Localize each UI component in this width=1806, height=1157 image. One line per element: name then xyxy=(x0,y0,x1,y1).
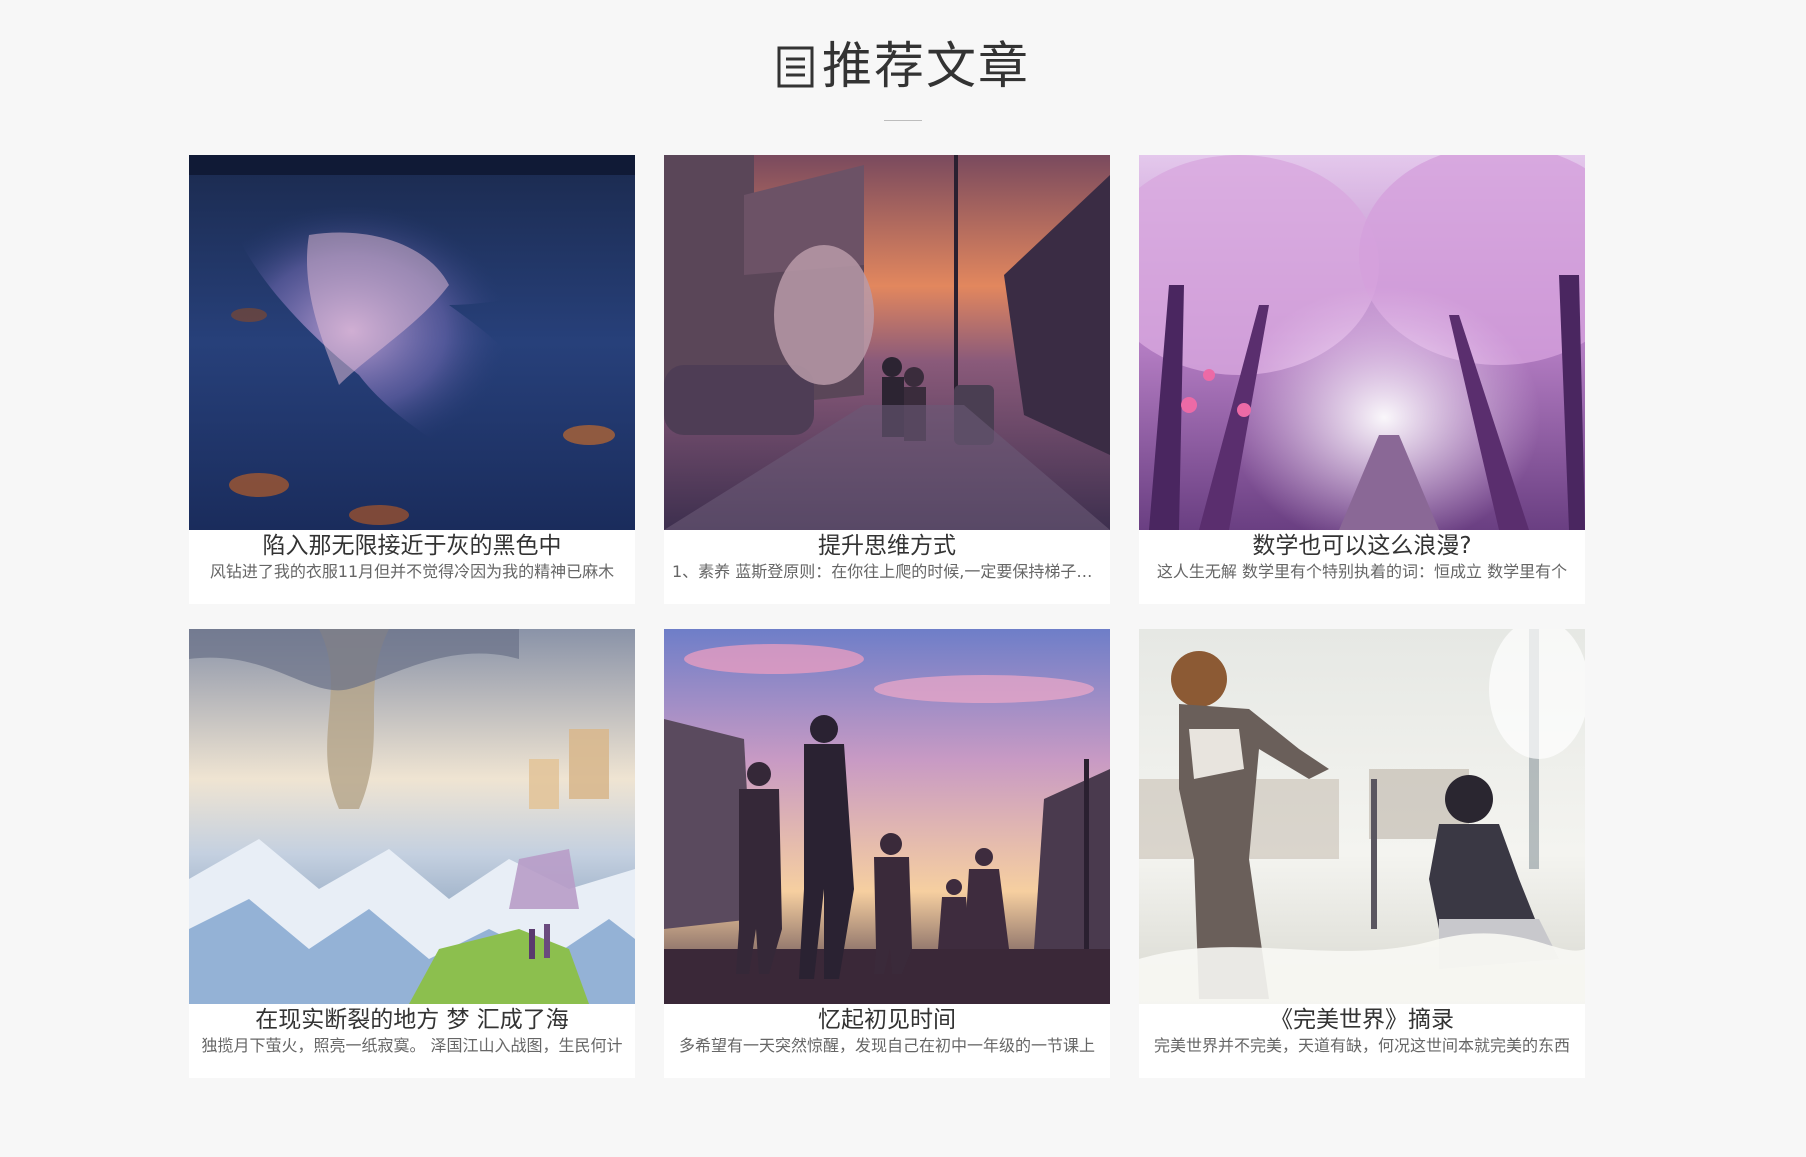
article-card[interactable]: 陷入那无限接近于灰的黑色中 风钻进了我的衣服11月但并不觉得冷因为我的精神已麻木 xyxy=(189,155,635,604)
article-card-body: 陷入那无限接近于灰的黑色中 风钻进了我的衣服11月但并不觉得冷因为我的精神已麻木 xyxy=(189,531,635,583)
article-thumbnail[interactable] xyxy=(664,155,1110,530)
article-grid: 陷入那无限接近于灰的黑色中 风钻进了我的衣服11月但并不觉得冷因为我的精神已麻木 xyxy=(189,155,1585,1078)
article-thumbnail[interactable] xyxy=(1139,629,1585,1004)
article-card-body: 提升思维方式 1、素养 蓝斯登原则：在你往上爬的时候,一定要保持梯子的整洁 xyxy=(664,531,1110,583)
article-title[interactable]: 《完美世界》摘录 xyxy=(1147,1005,1577,1035)
article-card[interactable]: 《完美世界》摘录 完美世界并不完美，天道有缺，何况这世间本就完美的东西 xyxy=(1139,629,1585,1078)
section-header: 推荐文章 xyxy=(0,34,1806,121)
article-title[interactable]: 陷入那无限接近于灰的黑色中 xyxy=(197,531,627,561)
title-divider xyxy=(884,120,922,121)
section-title: 推荐文章 xyxy=(776,34,1030,98)
article-title[interactable]: 忆起初见时间 xyxy=(672,1005,1102,1035)
article-excerpt: 完美世界并不完美，天道有缺，何况这世间本就完美的东西 xyxy=(1153,1036,1570,1055)
article-thumbnail[interactable] xyxy=(1139,155,1585,530)
article-thumbnail[interactable] xyxy=(664,629,1110,1004)
recommended-articles-section: 推荐文章 陷入那无限接近于灰的黑色中 风钻进了我的衣服11月但并不觉得冷因为我的… xyxy=(0,0,1806,1157)
article-excerpt: 风钻进了我的衣服11月但并不觉得冷因为我的精神已麻木 xyxy=(209,562,615,581)
article-card-body: 忆起初见时间 多希望有一天突然惊醒，发现自己在初中一年级的一节课上 xyxy=(664,1005,1110,1057)
article-card-body: 在现实断裂的地方 梦 汇成了海 独揽月下萤火，照亮一纸寂寞。 泽国江山入战图，生… xyxy=(189,1005,635,1057)
article-card[interactable]: 提升思维方式 1、素养 蓝斯登原则：在你往上爬的时候,一定要保持梯子的整洁 xyxy=(664,155,1110,604)
article-thumbnail[interactable] xyxy=(189,155,635,530)
article-excerpt: 独揽月下萤火，照亮一纸寂寞。 泽国江山入战图，生民何计 xyxy=(201,1036,623,1055)
article-title[interactable]: 数学也可以这么浪漫? xyxy=(1147,531,1577,561)
article-card[interactable]: 忆起初见时间 多希望有一天突然惊醒，发现自己在初中一年级的一节课上 xyxy=(664,629,1110,1078)
article-title[interactable]: 提升思维方式 xyxy=(672,531,1102,561)
article-excerpt: 多希望有一天突然惊醒，发现自己在初中一年级的一节课上 xyxy=(678,1036,1095,1055)
article-card[interactable]: 在现实断裂的地方 梦 汇成了海 独揽月下萤火，照亮一纸寂寞。 泽国江山入战图，生… xyxy=(189,629,635,1078)
article-title[interactable]: 在现实断裂的地方 梦 汇成了海 xyxy=(197,1005,627,1035)
article-card-body: 《完美世界》摘录 完美世界并不完美，天道有缺，何况这世间本就完美的东西 xyxy=(1139,1005,1585,1057)
document-icon xyxy=(776,42,816,90)
article-card[interactable]: 数学也可以这么浪漫? 这人生无解 数学里有个特别执着的词：恒成立 数学里有个 xyxy=(1139,155,1585,604)
article-thumbnail[interactable] xyxy=(189,629,635,1004)
article-excerpt: 这人生无解 数学里有个特别执着的词：恒成立 数学里有个 xyxy=(1156,562,1568,581)
section-title-text: 推荐文章 xyxy=(822,37,1030,95)
article-card-body: 数学也可以这么浪漫? 这人生无解 数学里有个特别执着的词：恒成立 数学里有个 xyxy=(1139,531,1585,583)
article-excerpt: 1、素养 蓝斯登原则：在你往上爬的时候,一定要保持梯子的整洁 xyxy=(672,562,1102,581)
